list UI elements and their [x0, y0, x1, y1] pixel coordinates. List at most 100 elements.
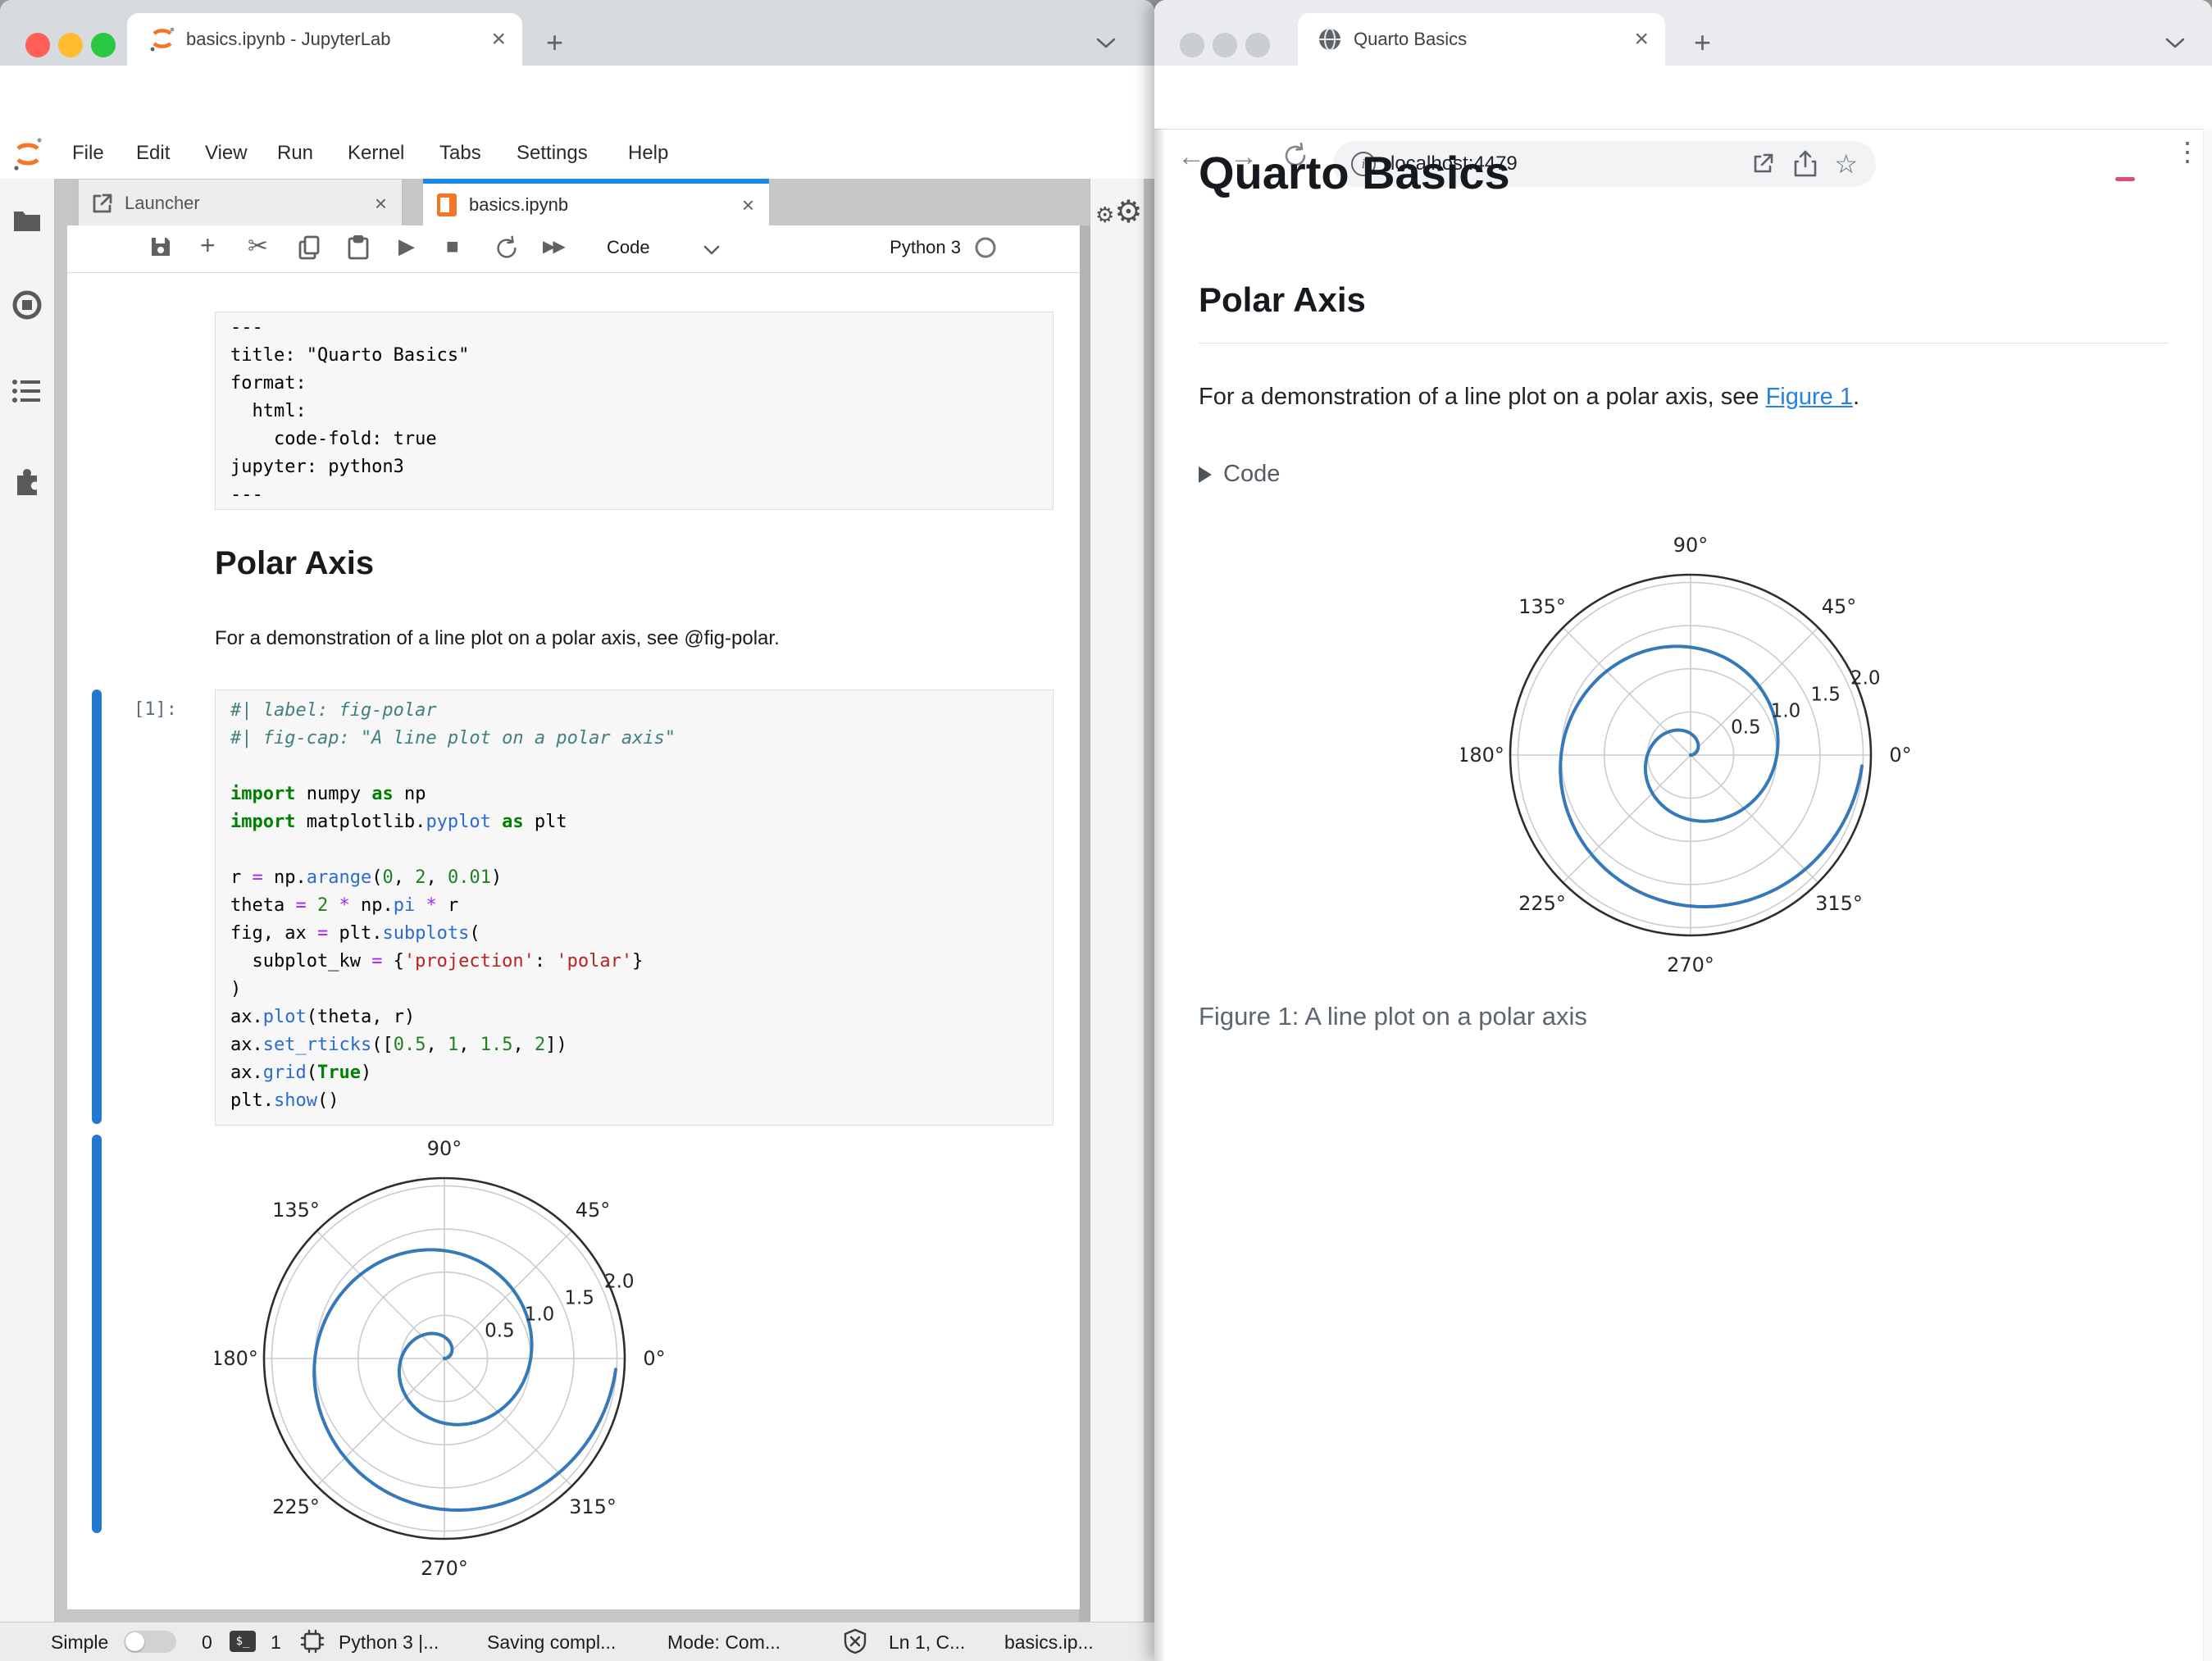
svg-text:180°: 180° [1461, 744, 1504, 767]
screen: basics.ipynb - JupyterLab × + ← → i loca… [0, 0, 2212, 1661]
right-urlbar-row: ← → i localhost:4479 ☆ ⋮ [1154, 66, 2212, 187]
body-paragraph: For a demonstration of a line plot on a … [1199, 384, 1859, 411]
window-edge-shadow [1154, 129, 1166, 1661]
minimize-window-button-inactive[interactable] [1213, 33, 1237, 57]
paste-cells-icon[interactable] [348, 235, 369, 260]
close-window-button-inactive[interactable] [1180, 33, 1204, 57]
notebook-scrollbar[interactable] [1079, 225, 1090, 1622]
new-tab-button[interactable]: + [546, 28, 563, 57]
section-heading: Polar Axis [1199, 280, 2169, 344]
menu-item-view[interactable]: View [205, 142, 248, 165]
notebook-file-icon [437, 193, 457, 216]
svg-text:225°: 225° [272, 1495, 320, 1518]
restart-kernel-icon[interactable] [494, 235, 520, 262]
close-notebook-tab-icon[interactable]: × [742, 194, 754, 216]
saving-status: Saving compl... [487, 1631, 617, 1653]
polar-plot-figure: 0° 45° 90° 135° 180° 225° 270° 315° 0.5 1.0 1.5 2.0 [1461, 534, 1912, 976]
right-tabstrip: Quarto Basics × + [1154, 0, 2212, 66]
terminals-count[interactable]: 0 [202, 1631, 212, 1654]
save-icon[interactable] [149, 235, 172, 258]
running-kernels-icon[interactable] [12, 290, 42, 320]
kernel-name[interactable]: Python 3 [890, 237, 961, 258]
code-fold-summary[interactable]: Code [1199, 461, 1280, 488]
close-tab-icon[interactable]: × [1634, 27, 1649, 52]
bookmark-star-icon[interactable]: ☆ [1834, 148, 1858, 180]
dock-tab-launcher[interactable]: Launcher × [78, 179, 403, 227]
figure-link[interactable]: Figure 1 [1766, 384, 1853, 410]
paragraph-text: For a demonstration of a line plot on a … [1199, 384, 1766, 410]
kernel-chip-icon[interactable] [300, 1629, 325, 1654]
jupyterlab-menubar: File Edit View Run Kernel Tabs Settings Help [0, 129, 1154, 180]
menu-item-settings[interactable]: Settings [517, 142, 588, 165]
input-collapser[interactable] [92, 689, 102, 1124]
restart-run-all-icon[interactable]: ▶▶ [543, 236, 566, 257]
menu-item-file[interactable]: File [72, 142, 104, 165]
svg-text:1.5: 1.5 [564, 1287, 594, 1308]
code-line: fig, ax = plt.subplots( [230, 923, 480, 944]
execution-count: [1]: [134, 699, 177, 720]
property-inspector-gears-icon[interactable]: ⚙⚙ [1095, 193, 1142, 230]
output-collapser[interactable] [92, 1135, 102, 1533]
chevron-down-icon[interactable] [1095, 36, 1117, 49]
copy-cells-icon[interactable] [298, 235, 320, 260]
add-cell-icon[interactable]: + [200, 230, 216, 261]
browser-tab-quarto[interactable]: Quarto Basics × [1298, 13, 1665, 66]
zoom-window-button[interactable] [91, 33, 116, 57]
code-line: subplot_kw = {'projection': 'polar'} [230, 951, 644, 972]
dock-tab-notebook[interactable]: basics.ipynb × [423, 179, 769, 225]
globe-favicon [1319, 28, 1340, 51]
jupyter-favicon [150, 27, 175, 52]
share-icon[interactable] [1793, 150, 1818, 178]
stop-kernel-icon[interactable]: ■ [446, 234, 459, 259]
polar-plot-output: 0° 45° 90° 135° 180° 225° 270° 315° 0.5 1.0 1.5 2.0 [215, 1137, 666, 1580]
menu-item-kernel[interactable]: Kernel [348, 142, 404, 165]
simple-mode-toggle[interactable] [124, 1631, 176, 1653]
file-browser-icon[interactable] [12, 208, 42, 233]
open-in-new-icon[interactable] [1750, 152, 1775, 176]
kernel-status-text[interactable]: Python 3 |... [339, 1631, 439, 1654]
right-sidebar: ⚙⚙ [1090, 179, 1144, 1622]
kernels-count[interactable]: 1 [271, 1631, 281, 1654]
cut-cells-icon[interactable]: ✂ [248, 232, 268, 261]
simple-mode-label: Simple [51, 1631, 109, 1653]
close-window-button[interactable] [25, 33, 50, 57]
close-tab-icon[interactable]: × [491, 27, 506, 52]
svg-text:45°: 45° [576, 1199, 611, 1222]
browser-menu-icon[interactable]: ⋮ [2174, 139, 2201, 166]
trust-shield-icon[interactable] [843, 1628, 867, 1654]
terminal-icon[interactable]: $_ [230, 1631, 256, 1652]
menu-item-tabs[interactable]: Tabs [439, 142, 481, 165]
kernel-status-icon[interactable] [973, 235, 998, 260]
close-launcher-tab-icon[interactable]: × [375, 193, 387, 214]
minimize-window-button[interactable] [58, 33, 83, 57]
raw-line: title: "Quarto Basics" [230, 345, 470, 366]
svg-text:1.5: 1.5 [1810, 684, 1841, 705]
svg-text:1.0: 1.0 [525, 1304, 555, 1326]
raw-cell[interactable]: --- title: "Quarto Basics" format: html: c… [215, 312, 1054, 510]
markdown-heading: Polar Axis [215, 545, 375, 581]
new-tab-button[interactable]: + [1694, 28, 1711, 57]
svg-text:0°: 0° [1889, 744, 1911, 767]
cell-type-select[interactable]: Code [607, 237, 650, 258]
run-cell-icon[interactable]: ▶ [398, 234, 415, 259]
menu-item-edit[interactable]: Edit [136, 142, 170, 165]
browser-tab-jupyterlab[interactable]: basics.ipynb - JupyterLab × [127, 13, 522, 66]
table-of-contents-icon[interactable] [12, 379, 42, 405]
svg-text:225°: 225° [1518, 892, 1566, 915]
extensions-puzzle-icon[interactable] [12, 464, 43, 495]
jupyterlab-browser-window: basics.ipynb - JupyterLab × + ← → i loca… [0, 0, 1154, 1661]
svg-text:0.5: 0.5 [485, 1321, 515, 1342]
chevron-down-icon[interactable] [2164, 36, 2186, 49]
command-mode-status[interactable]: Mode: Com... [667, 1631, 781, 1654]
code-line: r = np.arange(0, 2, 0.01) [230, 867, 503, 888]
zoom-window-button-inactive[interactable] [1245, 33, 1270, 57]
menu-item-run[interactable]: Run [277, 142, 313, 165]
page-scrollbar[interactable] [2203, 129, 2212, 1661]
cell-type-chevron-icon[interactable] [703, 245, 720, 255]
code-cell[interactable]: #| label: fig-polar #| fig-cap: "A line p… [215, 689, 1054, 1126]
menu-item-help[interactable]: Help [628, 142, 668, 165]
cursor-position[interactable]: Ln 1, C... [889, 1631, 965, 1654]
code-fold-label: Code [1223, 461, 1281, 487]
